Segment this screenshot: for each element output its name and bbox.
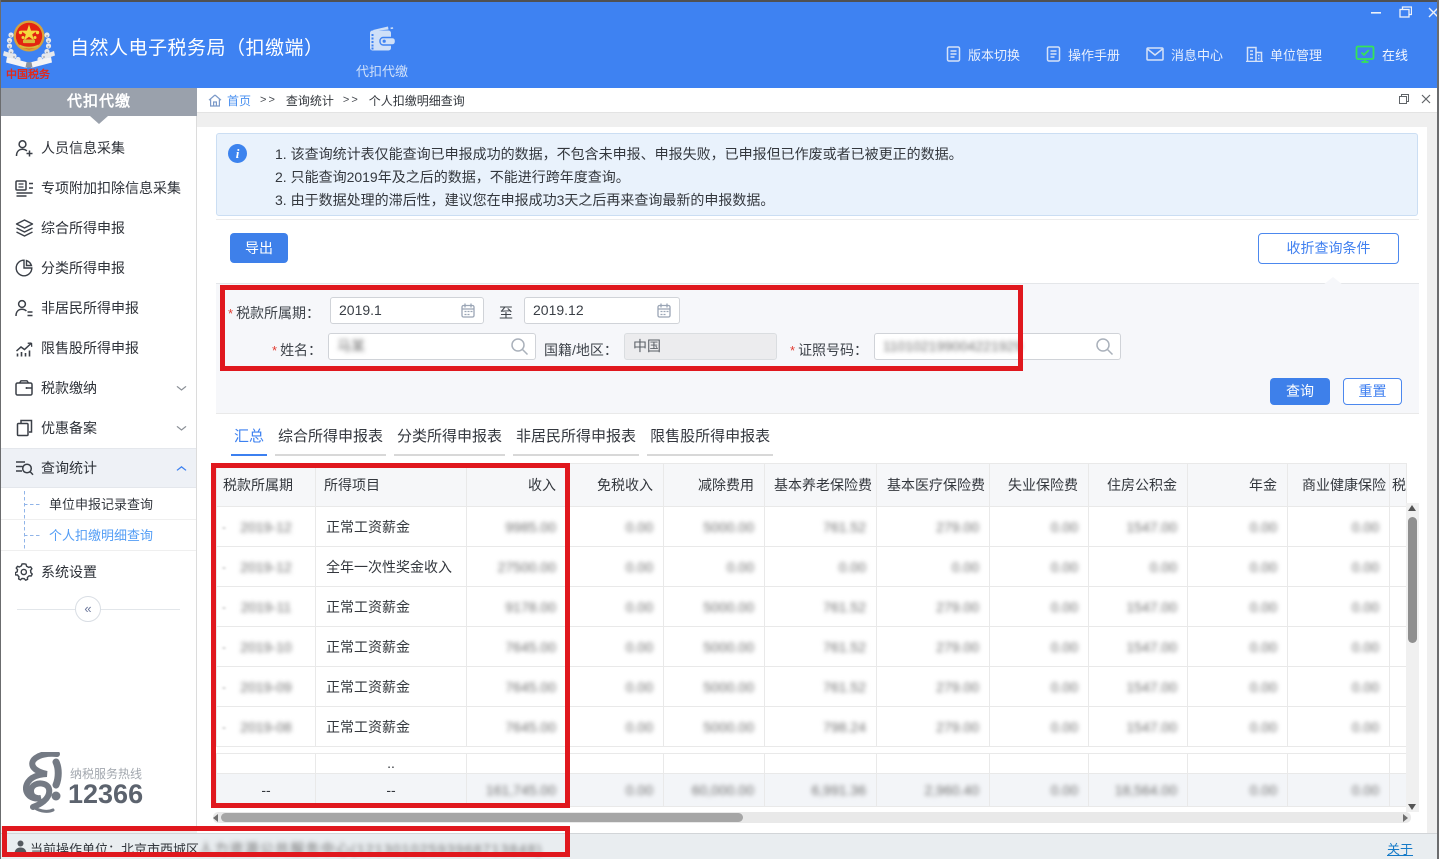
svg-text:中国税务: 中国税务 (6, 67, 51, 79)
